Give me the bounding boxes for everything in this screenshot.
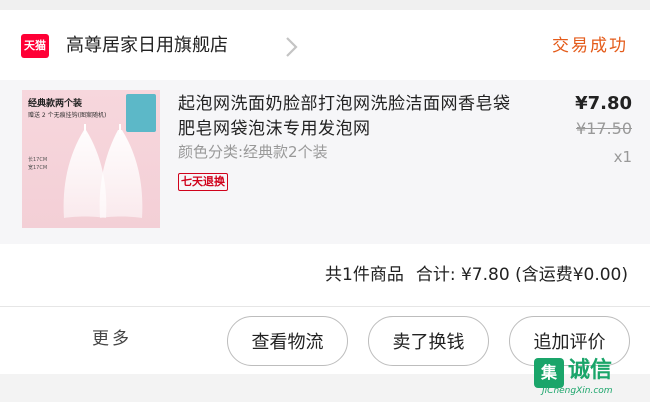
original-price: ¥17.50 (576, 119, 632, 138)
shop-name[interactable]: 高尊居家日用旗舰店 (66, 32, 228, 60)
total-label: 合计: (415, 265, 456, 285)
shop-header[interactable]: 天猫 高尊居家日用旗舰店 交易成功 (0, 10, 650, 80)
unit-price: ¥7.80 (575, 93, 632, 114)
divider (0, 306, 650, 307)
watermark-text: 诚信 (568, 358, 613, 383)
top-spacer (0, 0, 650, 10)
order-item[interactable]: 经典款两个装 赠送 2 个无痕挂钩(图案随机) 长17CM 宽17CM 起泡网洗… (0, 80, 650, 244)
item-count: 共1件商品 (325, 265, 404, 285)
product-title[interactable]: 起泡网洗面奶脸部打泡网洗脸洁面网香皂袋肥皂网袋泡沫专用发泡网 (178, 92, 518, 142)
total-amount: ¥7.80 (460, 265, 510, 285)
order-summary: 共1件商品 合计: ¥7.80 (含运费¥0.00) (325, 262, 628, 288)
watermark-logo: 集 (534, 358, 564, 388)
shipping-note: (含运费¥0.00) (515, 265, 628, 285)
product-thumbnail[interactable]: 经典款两个装 赠送 2 个无痕挂钩(图案随机) 长17CM 宽17CM (22, 90, 160, 228)
return-policy-badge: 七天退换 (178, 173, 228, 191)
view-logistics-button[interactable]: 查看物流 (227, 316, 348, 366)
watermark: 集 诚信 JiChengXin.com (534, 356, 646, 398)
more-button[interactable]: 更多 (92, 326, 132, 352)
quantity: x1 (613, 148, 632, 166)
order-status: 交易成功 (552, 36, 628, 56)
foam-net-image (63, 124, 143, 218)
tmall-icon: 天猫 (21, 34, 49, 58)
resell-button[interactable]: 卖了换钱 (368, 316, 489, 366)
chevron-right-icon[interactable] (282, 35, 300, 59)
product-sku: 颜色分类:经典款2个装 (178, 143, 328, 161)
watermark-url: JiChengXin.com (542, 386, 613, 396)
